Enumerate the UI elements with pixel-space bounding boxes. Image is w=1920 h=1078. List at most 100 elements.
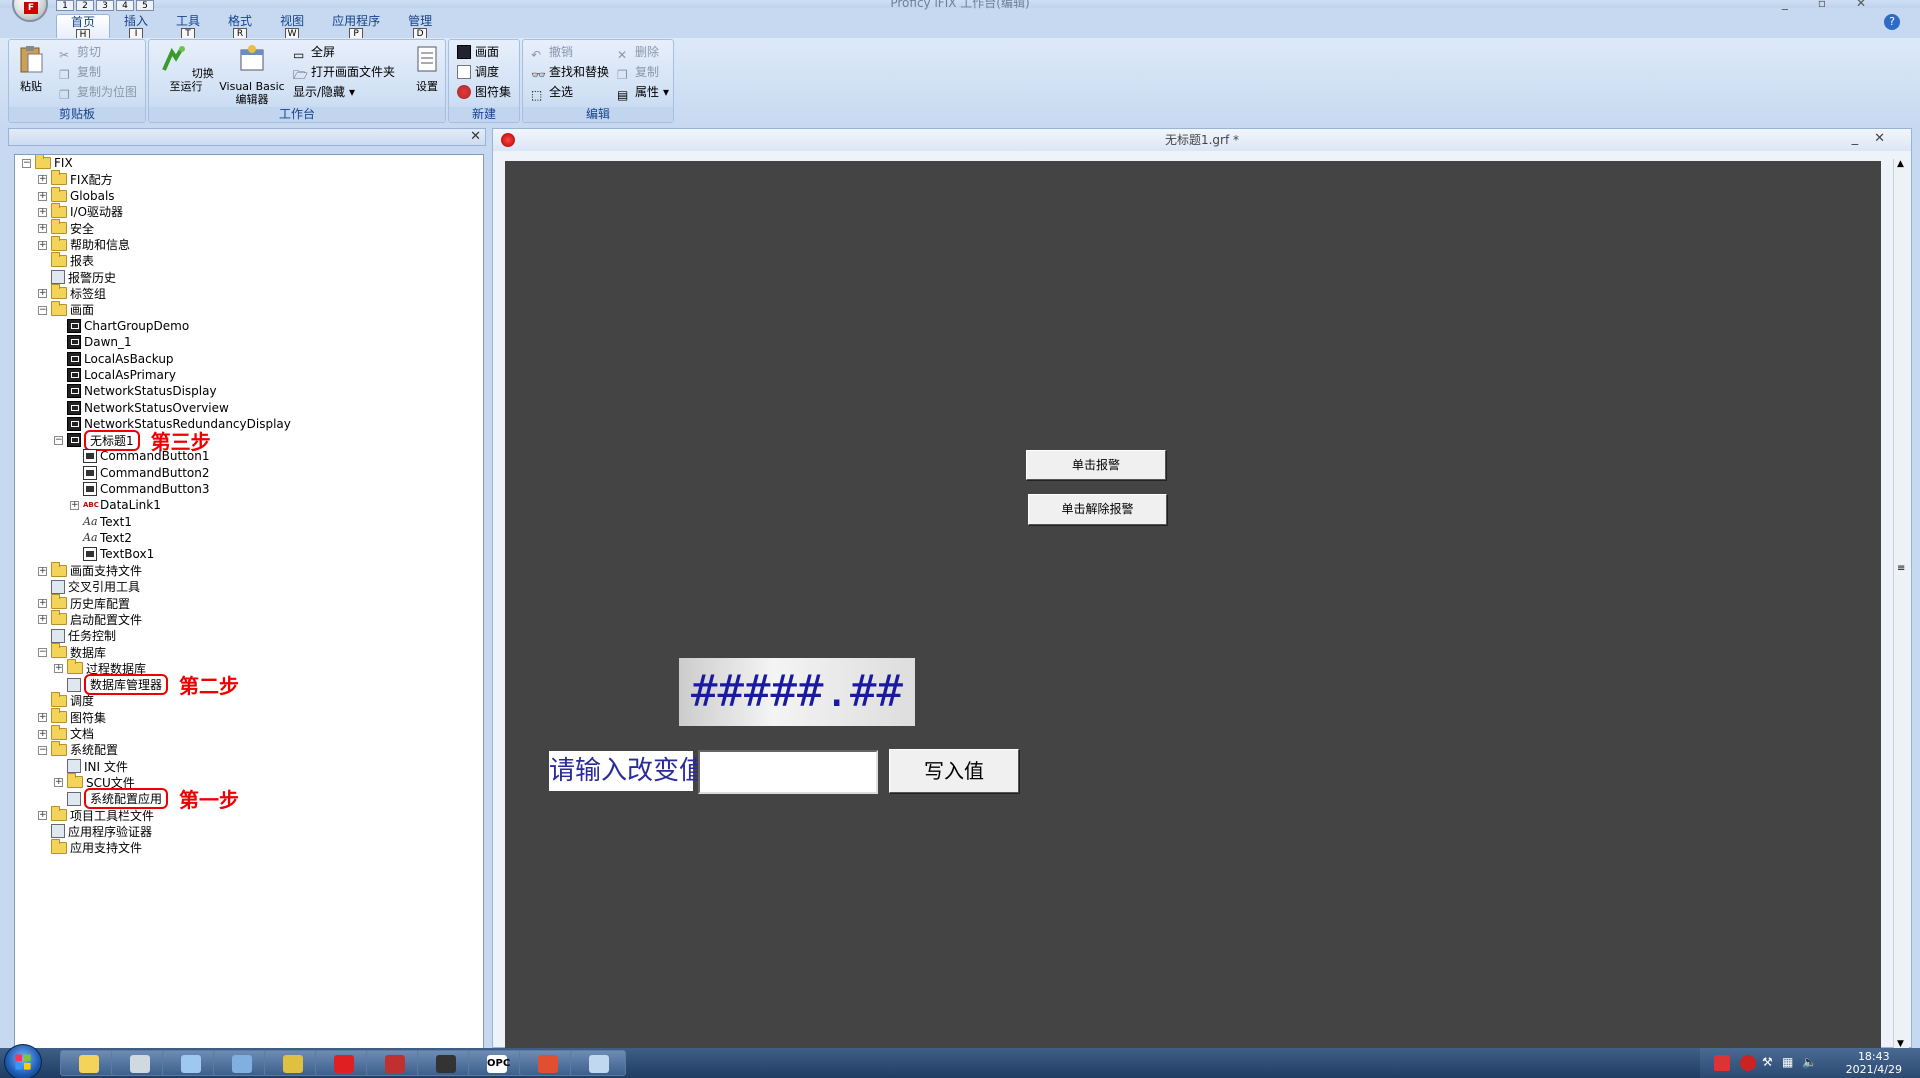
taskbar-item-explorer[interactable] <box>60 1050 116 1076</box>
qat-button-2[interactable]: 2 <box>76 0 94 11</box>
help-icon[interactable]: ? <box>1884 14 1900 30</box>
write-value-button[interactable]: 写入值 <box>889 749 1019 793</box>
ribbon-tab-4[interactable]: 视图 W <box>266 14 318 40</box>
taskbar-item-paint[interactable] <box>570 1050 626 1076</box>
copy-button[interactable]: ❐ 复制 <box>59 62 101 82</box>
find-replace-button[interactable]: 👓 查找和替换 <box>531 62 609 82</box>
expand-icon[interactable]: + <box>38 615 47 625</box>
new-dynamo-button[interactable]: 图符集 <box>457 82 511 102</box>
tree-node[interactable]: 应用支持文件 <box>51 838 142 858</box>
application-icon <box>51 628 65 643</box>
picture-canvas[interactable]: 单击报警 单击解除报警 #####.## 请输入改变值 写入值 <box>505 161 1881 1049</box>
tree-node-label: CommandButton3 <box>100 482 210 496</box>
network-icon[interactable]: ▦ <box>1782 1055 1793 1069</box>
ribbon-tab-0[interactable]: 首页 H <box>56 14 111 41</box>
expand-icon[interactable]: + <box>38 191 47 201</box>
alarm-button[interactable]: 单击报警 <box>1026 450 1166 480</box>
picture-file-icon <box>67 351 81 366</box>
delete-button[interactable]: ✕ 删除 <box>617 42 659 62</box>
expand-icon[interactable]: + <box>54 778 63 788</box>
collapse-icon[interactable]: − <box>38 305 47 315</box>
folder-icon <box>51 740 67 756</box>
select-all-button[interactable]: ⬚ 全选 <box>531 82 573 102</box>
ime-icon[interactable] <box>1714 1055 1730 1071</box>
taskbar-item-monitor[interactable] <box>213 1050 269 1076</box>
ribbon-tab-2[interactable]: 工具 T <box>162 14 214 40</box>
collapse-icon[interactable]: − <box>54 436 63 446</box>
taskbar-item-abc[interactable] <box>519 1050 575 1076</box>
settings-button[interactable]: 设置 <box>409 44 445 93</box>
properties-button[interactable]: ▤ 属性 ▾ <box>617 82 669 102</box>
collapse-icon[interactable]: − <box>38 648 47 657</box>
ribbon-tab-1[interactable]: 插入 I <box>110 14 162 40</box>
open-folder-button[interactable]: 🗁 打开画面文件夹 <box>293 62 395 82</box>
taskbar-item-tool[interactable] <box>111 1050 167 1076</box>
application-icon <box>67 677 81 692</box>
expand-icon[interactable]: + <box>54 664 63 674</box>
taskbar-item-OPC[interactable]: OPC <box>468 1050 524 1076</box>
tray-app-icon[interactable] <box>1740 1055 1756 1071</box>
edit-copy-button[interactable]: ❐ 复制 <box>617 62 659 82</box>
vertical-scrollbar[interactable]: ▲ ≡ ▼ <box>1893 159 1909 1049</box>
copy-bitmap-button[interactable]: ❐ 复制为位图 <box>59 82 137 102</box>
document-window-controls[interactable]: _✕ <box>1852 131 1901 146</box>
folder-icon <box>35 155 51 169</box>
collapse-icon[interactable]: − <box>38 745 47 755</box>
new-schedule-label: 调度 <box>475 65 500 79</box>
taskbar-item-terminal[interactable] <box>417 1050 473 1076</box>
qat-button-5[interactable]: 5 <box>136 0 154 11</box>
ribbon-tab-label: 视图 <box>280 14 305 28</box>
tools-icon[interactable]: ⚒ <box>1762 1055 1773 1069</box>
qat-button-4[interactable]: 4 <box>116 0 134 11</box>
collapse-icon[interactable]: − <box>22 159 31 168</box>
volume-icon[interactable]: 🔈 <box>1802 1055 1817 1069</box>
qat-button-1[interactable]: 1 <box>56 0 74 11</box>
fullscreen-icon: ▭ <box>293 48 305 62</box>
ribbon-tab-3[interactable]: 格式 R <box>214 14 266 40</box>
expand-icon[interactable]: + <box>38 240 47 250</box>
start-button[interactable] <box>4 1044 42 1078</box>
taskbar-item-cog[interactable] <box>264 1050 320 1076</box>
new-schedule-button[interactable]: 调度 <box>457 62 499 82</box>
scroll-up-icon[interactable]: ▲ <box>1897 159 1904 169</box>
expand-icon[interactable]: + <box>38 713 47 723</box>
ribbon-tab-5[interactable]: 应用程序 P <box>318 14 394 40</box>
undo-button[interactable]: ↶ 撤销 <box>531 42 573 62</box>
expand-icon[interactable]: + <box>38 207 47 217</box>
app-menu-button[interactable]: F <box>12 0 48 22</box>
show-hide-button[interactable]: 显示/隐藏 ▾ <box>293 82 355 102</box>
expand-icon[interactable]: + <box>38 566 47 576</box>
tree-node-label: 应用支持文件 <box>70 841 143 856</box>
clock[interactable]: 18:43 2021/4/29 <box>1846 1050 1902 1076</box>
taskbar-item-ifix[interactable] <box>366 1050 422 1076</box>
taskbar-item-notepad[interactable] <box>162 1050 218 1076</box>
ribbon-tab-6[interactable]: 管理 D <box>394 14 446 40</box>
folder-icon <box>51 561 67 577</box>
paste-button[interactable]: 粘贴 <box>13 44 49 93</box>
clear-alarm-button[interactable]: 单击解除报警 <box>1028 494 1167 525</box>
value-input[interactable] <box>698 750 878 794</box>
new-picture-button[interactable]: 画面 <box>457 42 499 62</box>
copy-label: 复制 <box>77 65 102 79</box>
command-object-icon <box>83 482 97 496</box>
qat-button-3[interactable]: 3 <box>96 0 114 11</box>
taskbar-item-user[interactable] <box>315 1050 371 1076</box>
fullscreen-button[interactable]: ▭ 全屏 <box>293 42 335 62</box>
edit-copy-label: 复制 <box>635 65 660 79</box>
switch-run-button[interactable]: 切换至运行 <box>153 44 219 93</box>
expand-icon[interactable]: + <box>38 729 47 739</box>
scroll-grip-icon[interactable]: ≡ <box>1897 563 1905 574</box>
expand-icon[interactable]: + <box>70 501 79 511</box>
expand-icon[interactable]: + <box>38 224 47 234</box>
application-icon <box>67 791 81 806</box>
window-controls[interactable]: _▫✕ <box>1782 0 1896 10</box>
vb-editor-button[interactable]: Visual Basic 编辑器 <box>219 44 285 106</box>
folder-icon <box>51 300 67 316</box>
close-icon[interactable]: ✕ <box>470 129 481 144</box>
cut-button[interactable]: ✂ 剪切 <box>59 42 101 62</box>
expand-icon[interactable]: + <box>38 811 47 820</box>
expand-icon[interactable]: + <box>38 289 47 299</box>
system-tree[interactable]: − FIX + FIX配方 + Globals + I/O驱动器 + 安全 + 帮助和信息 报表 报警历史… <box>14 154 484 1054</box>
expand-icon[interactable]: + <box>38 175 47 185</box>
expand-icon[interactable]: + <box>38 599 47 609</box>
